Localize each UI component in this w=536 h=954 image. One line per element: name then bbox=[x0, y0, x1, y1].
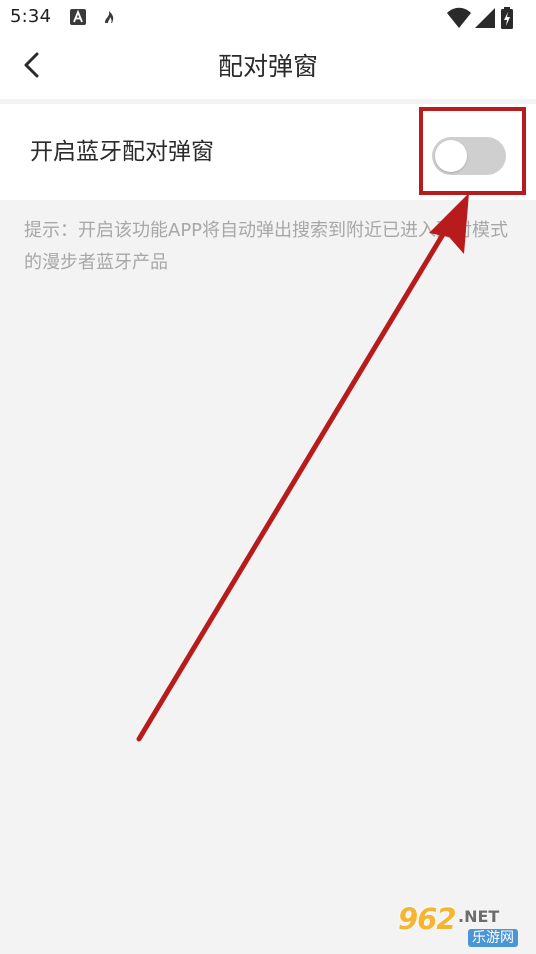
app-bar: 配对弹窗 bbox=[0, 35, 536, 99]
watermark-domain: .NET bbox=[458, 907, 500, 926]
flame-notification-icon bbox=[102, 9, 118, 25]
watermark-site-name: 乐游网 bbox=[468, 929, 518, 947]
annotation-highlight-box bbox=[419, 107, 526, 195]
chevron-left-icon bbox=[20, 51, 44, 83]
watermark-number: 962 bbox=[398, 902, 457, 936]
cellular-signal-icon bbox=[474, 7, 496, 33]
status-right-icons bbox=[446, 7, 526, 29]
status-time: 5:34 bbox=[10, 6, 52, 27]
wifi-icon bbox=[446, 7, 472, 33]
back-button[interactable] bbox=[12, 47, 52, 87]
page-title: 配对弹窗 bbox=[217, 52, 318, 81]
watermark-logo: 962 .NET 乐游网 bbox=[398, 903, 530, 949]
battery-charging-icon bbox=[500, 7, 514, 33]
a-notification-icon bbox=[70, 9, 86, 25]
row-label: 开启蓝牙配对弹窗 bbox=[30, 139, 214, 165]
hint-text: 提示：开启该功能APP将自动弹出搜索到附近已进入配对模式的漫步者蓝牙产品 bbox=[24, 220, 509, 273]
status-bar: 5:34 bbox=[0, 0, 536, 35]
